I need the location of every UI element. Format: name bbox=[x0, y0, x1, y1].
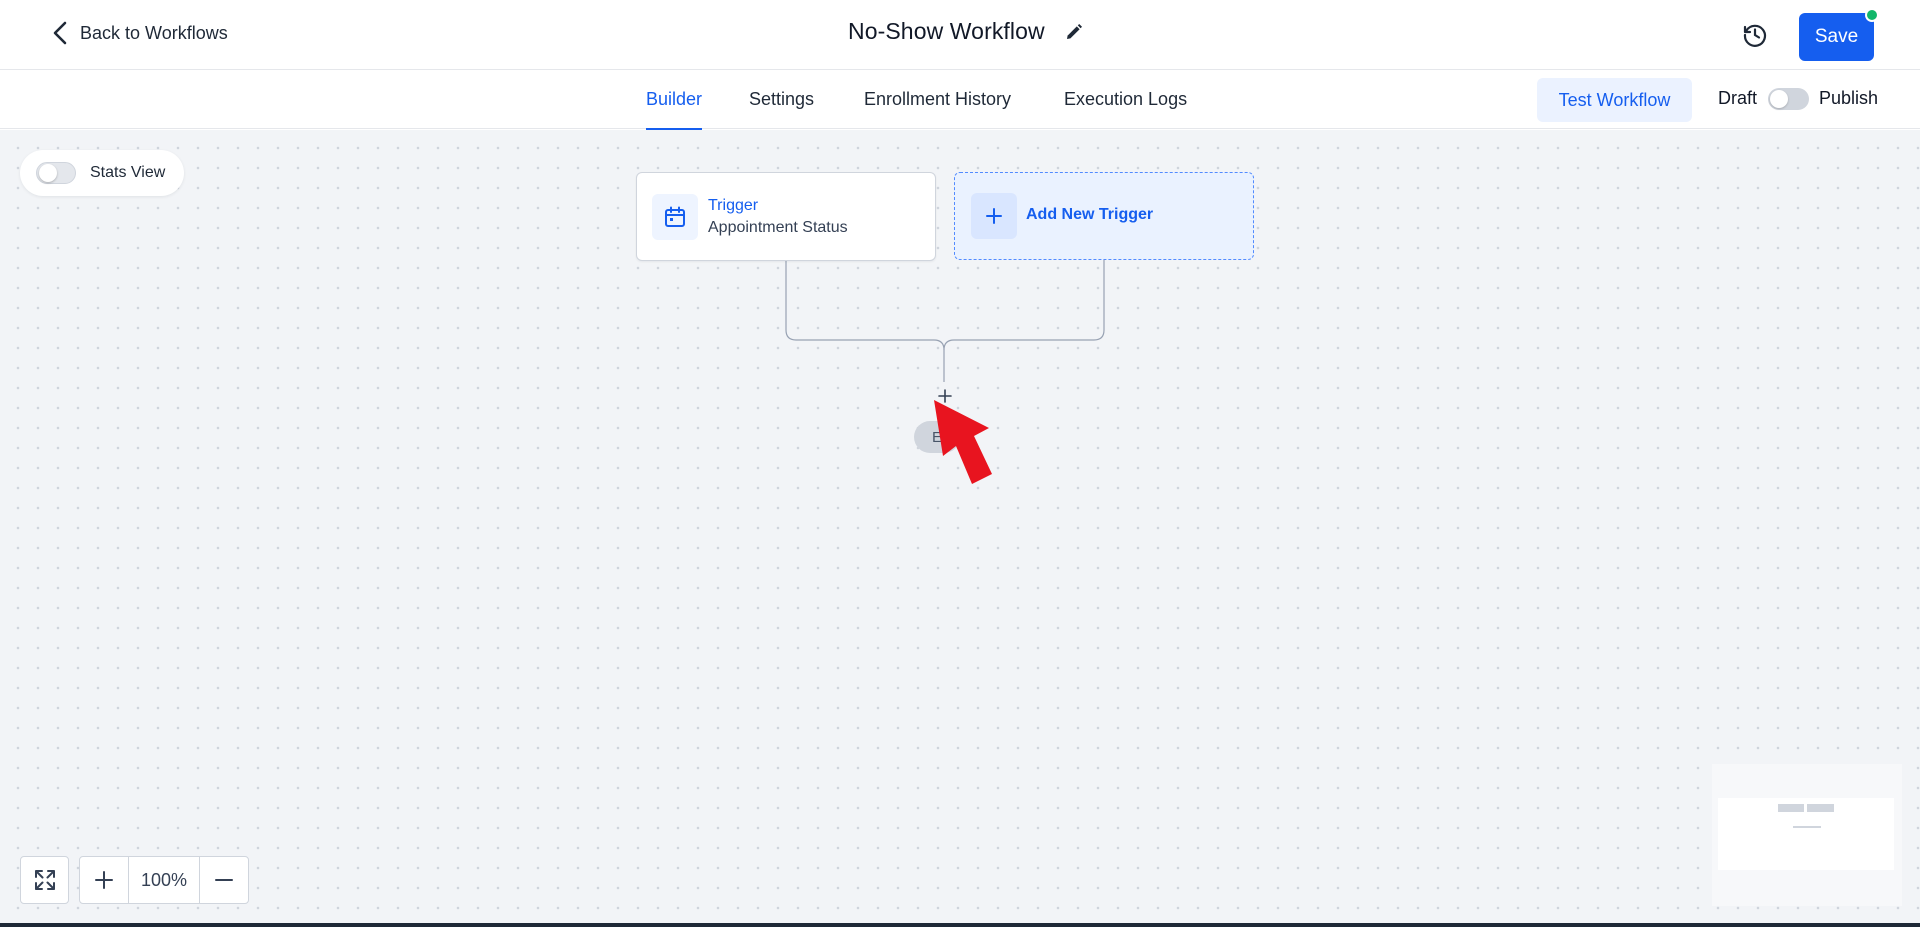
workflow-title-group: No-Show Workflow bbox=[848, 18, 1083, 45]
chevron-left-icon bbox=[50, 20, 70, 46]
tab-enrollment-history[interactable]: Enrollment History bbox=[864, 70, 1011, 129]
toggle-knob bbox=[39, 164, 57, 182]
zoom-in-button[interactable] bbox=[80, 857, 128, 903]
stats-view-control: Stats View bbox=[20, 150, 184, 196]
trigger-node-subtitle: Appointment Status bbox=[708, 219, 848, 236]
calendar-icon bbox=[652, 194, 698, 240]
toggle-knob bbox=[1770, 90, 1788, 108]
tab-execution-logs[interactable]: Execution Logs bbox=[1064, 70, 1187, 129]
pencil-icon[interactable] bbox=[1065, 23, 1083, 41]
stats-view-label: Stats View bbox=[90, 164, 166, 181]
zoom-out-button[interactable] bbox=[200, 857, 248, 903]
save-button[interactable]: Save bbox=[1799, 13, 1874, 61]
minus-icon bbox=[215, 879, 233, 881]
back-to-workflows-link[interactable]: Back to Workflows bbox=[50, 20, 228, 46]
minimap-viewport bbox=[1718, 798, 1894, 870]
back-label: Back to Workflows bbox=[80, 22, 228, 43]
trigger-node[interactable]: Trigger Appointment Status bbox=[636, 172, 936, 261]
stats-view-toggle[interactable] bbox=[36, 162, 76, 184]
expand-icon bbox=[34, 870, 55, 890]
top-bar: Back to Workflows No-Show Workflow Save bbox=[0, 0, 1920, 70]
zoom-controls: 100% bbox=[79, 856, 249, 904]
trigger-node-title: Trigger bbox=[708, 197, 759, 214]
minimap-node bbox=[1807, 804, 1834, 812]
test-workflow-button[interactable]: Test Workflow bbox=[1537, 78, 1692, 122]
add-new-trigger-node[interactable]: Add New Trigger bbox=[954, 172, 1254, 260]
minimap-node bbox=[1778, 804, 1804, 812]
publish-label: Publish bbox=[1819, 88, 1879, 108]
minimap[interactable] bbox=[1712, 764, 1902, 906]
tab-builder[interactable]: Builder bbox=[646, 70, 703, 130]
plus-icon bbox=[95, 871, 113, 889]
status-dot bbox=[1865, 8, 1879, 22]
publish-toggle[interactable] bbox=[1768, 88, 1809, 110]
zoom-level: 100% bbox=[128, 857, 200, 903]
plus-icon bbox=[971, 193, 1017, 239]
add-new-trigger-label: Add New Trigger bbox=[1026, 206, 1154, 223]
draft-label: Draft bbox=[1718, 88, 1758, 108]
annotation-arrow-icon bbox=[934, 400, 992, 484]
minimap-node bbox=[1793, 826, 1821, 828]
fit-view-button[interactable] bbox=[20, 856, 69, 904]
tab-settings[interactable]: Settings bbox=[749, 70, 814, 129]
history-icon[interactable] bbox=[1740, 20, 1770, 50]
page-title: No-Show Workflow bbox=[848, 18, 1045, 44]
tab-bar: Builder Settings Enrollment History Exec… bbox=[0, 70, 1920, 130]
bottom-edge bbox=[0, 923, 1920, 927]
